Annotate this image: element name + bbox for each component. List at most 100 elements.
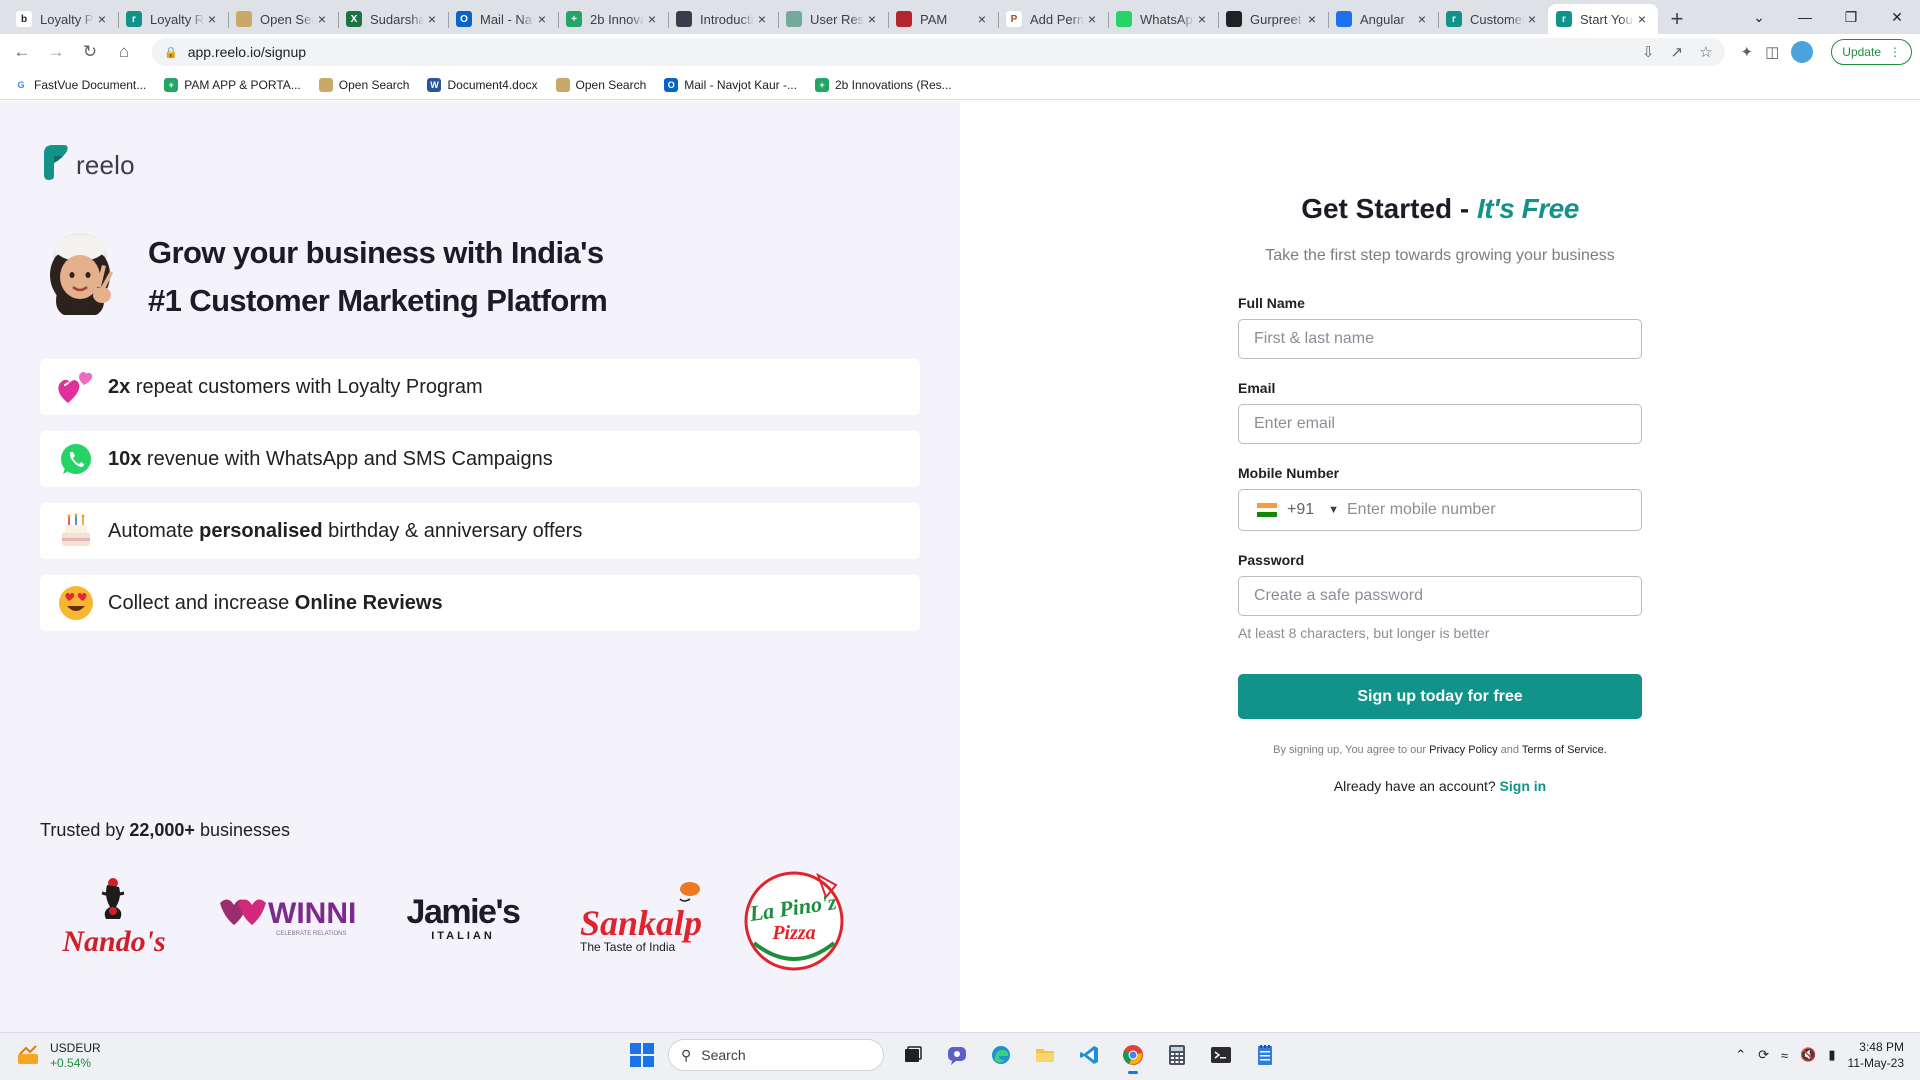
tab-title: Loyalty Reelo — [150, 11, 204, 27]
browser-tab[interactable]: O Mail - Navjot× — [448, 4, 558, 34]
trusted-by-text: Trusted by 22,000+ businesses — [40, 820, 291, 840]
svg-text:Jamie's: Jamie's — [407, 893, 520, 931]
show-hidden-icons-chevron-icon[interactable]: ⌃ — [1735, 1047, 1746, 1063]
back-icon[interactable]: ← — [8, 38, 36, 66]
close-tab-icon[interactable]: × — [974, 11, 990, 27]
browser-tab[interactable]: P Add Permission× — [998, 4, 1108, 34]
system-clock[interactable]: 3:48 PM 11-May-23 — [1848, 1039, 1904, 1071]
password-input[interactable] — [1238, 576, 1642, 616]
bookmark-label: 2b Innovations (Res... — [834, 77, 952, 92]
close-tab-icon[interactable]: × — [644, 11, 660, 27]
install-app-icon[interactable]: ⇩ — [1642, 43, 1655, 61]
close-tab-icon[interactable]: × — [534, 11, 550, 27]
address-bar[interactable]: 🔒 app.reelo.io/signup ⇩ ↗ ☆ — [152, 38, 1725, 66]
wifi-icon[interactable]: ≈ — [1781, 1048, 1788, 1063]
bookmark-item[interactable]: +2b Innovations (Res... — [814, 77, 952, 92]
sign-in-link[interactable]: Sign in — [1500, 778, 1547, 794]
taskbar-search[interactable]: ⚲ Search — [668, 1039, 884, 1071]
mobile-number-label: Mobile Number — [1238, 465, 1340, 481]
browser-tab[interactable]: User Research× — [778, 4, 888, 34]
tab-favicon — [1116, 11, 1132, 27]
mobile-number-input[interactable] — [1347, 501, 1641, 519]
bookmark-item[interactable]: + PAM APP & PORTA... — [164, 77, 301, 92]
browser-tab[interactable]: Introduction× — [668, 4, 778, 34]
privacy-policy-link[interactable]: Privacy Policy — [1429, 744, 1497, 756]
clock-time: 3:48 PM — [1859, 1040, 1904, 1054]
reload-icon[interactable]: ↻ — [76, 38, 104, 66]
browser-tab[interactable]: b Loyalty Program× — [8, 4, 118, 34]
browser-tab[interactable]: Open Search× — [228, 4, 338, 34]
update-button[interactable]: Update ⋮ — [1831, 39, 1912, 65]
battery-icon[interactable]: ▮ — [1828, 1047, 1835, 1063]
close-window-button[interactable]: ✕ — [1874, 0, 1920, 34]
close-tab-icon[interactable]: × — [1414, 11, 1430, 27]
email-input[interactable] — [1238, 404, 1642, 444]
new-tab-button[interactable]: + — [1662, 4, 1692, 34]
close-tab-icon[interactable]: × — [424, 11, 440, 27]
full-name-input[interactable] — [1238, 319, 1642, 359]
close-tab-icon[interactable]: × — [1084, 11, 1100, 27]
share-icon[interactable]: ↗ — [1671, 43, 1684, 61]
edge-icon[interactable] — [986, 1040, 1016, 1070]
terminal-icon[interactable] — [1206, 1040, 1236, 1070]
close-tab-icon[interactable]: × — [1304, 11, 1320, 27]
browser-tab[interactable]: Angular × — [1328, 4, 1438, 34]
close-tab-icon[interactable]: × — [314, 11, 330, 27]
volume-muted-icon[interactable]: 🔇 — [1800, 1047, 1816, 1063]
bookmark-star-icon[interactable]: ☆ — [1699, 43, 1712, 61]
browser-tab[interactable]: r Start Your × — [1548, 4, 1658, 34]
signup-title: Get Started - It's Free — [1301, 193, 1579, 224]
svg-text:Sankalp: Sankalp — [580, 903, 702, 943]
bookmark-item[interactable]: O Mail - Navjot Kaur -... — [664, 77, 797, 92]
hero-line-2: #1 Customer Marketing Platform — [148, 283, 608, 318]
reelo-logo[interactable]: reelo — [40, 143, 135, 181]
minimize-button[interactable]: — — [1782, 0, 1828, 34]
browser-tab[interactable]: PAM × — [888, 4, 998, 34]
windows-start-icon[interactable] — [630, 1043, 654, 1067]
tab-search-icon[interactable]: ⌄ — [1736, 0, 1782, 34]
country-code-value: +91 — [1287, 501, 1315, 518]
calculator-icon[interactable] — [1162, 1040, 1192, 1070]
close-tab-icon[interactable]: × — [1194, 11, 1210, 27]
bookmarks-bar: G FastVue Document... + PAM APP & PORTA... O… — [0, 70, 1920, 100]
sign-up-button[interactable]: Sign up today for free — [1238, 674, 1642, 719]
cake-icon — [56, 511, 96, 551]
teams-chat-icon[interactable] — [942, 1040, 972, 1070]
close-tab-icon[interactable]: × — [204, 11, 220, 27]
close-tab-icon[interactable]: × — [94, 11, 110, 27]
feature-text: Automate personalised birthday & anniver… — [108, 519, 583, 542]
side-panel-icon[interactable]: ◫ — [1765, 43, 1779, 61]
bookmark-favicon: + — [164, 77, 179, 92]
browser-tab[interactable]: r Customer × — [1438, 4, 1548, 34]
currency-widget[interactable]: USDEUR +0.54% — [16, 1041, 101, 1071]
svg-text:WINNI: WINNI — [268, 897, 356, 930]
terms-of-service-link[interactable]: Terms of Service. — [1522, 744, 1607, 756]
close-tab-icon[interactable]: × — [754, 11, 770, 27]
bookmark-item[interactable]: G FastVue Document... — [14, 77, 146, 92]
task-view-icon[interactable] — [898, 1040, 928, 1070]
bookmark-item[interactable]: Open Search — [318, 77, 409, 92]
profile-avatar[interactable] — [1791, 41, 1814, 63]
tab-title: Introduction — [700, 11, 754, 27]
sync-icon[interactable]: ⟳ — [1758, 1047, 1769, 1063]
browser-tab[interactable]: r Loyalty Reelo× — [118, 4, 228, 34]
close-tab-icon[interactable]: × — [1524, 11, 1540, 27]
extensions-icon[interactable]: ✦ — [1741, 43, 1754, 61]
browser-tab[interactable]: X Sudarshan× — [338, 4, 448, 34]
file-explorer-icon[interactable] — [1030, 1040, 1060, 1070]
chrome-icon[interactable] — [1118, 1040, 1148, 1074]
close-tab-icon[interactable]: × — [1634, 11, 1650, 27]
home-icon[interactable]: ⌂ — [110, 38, 138, 66]
browser-tab[interactable]: +2b Innovations× — [558, 4, 668, 34]
bookmark-item[interactable]: W Document4.docx — [427, 77, 538, 92]
close-tab-icon[interactable]: × — [864, 11, 880, 27]
vscode-icon[interactable] — [1074, 1040, 1104, 1070]
browser-tab[interactable]: WhatsApp × — [1108, 4, 1218, 34]
restore-button[interactable]: ❐ — [1828, 0, 1874, 34]
browser-tab[interactable]: Gurpreet × — [1218, 4, 1328, 34]
bookmark-item[interactable]: Open Search — [555, 77, 646, 92]
forward-icon[interactable]: → — [42, 38, 70, 66]
country-code-dropdown[interactable]: +91 ▼ — [1239, 490, 1347, 530]
notepad-icon[interactable] — [1250, 1040, 1280, 1070]
feature-text: 10x revenue with WhatsApp and SMS Campai… — [108, 447, 553, 470]
